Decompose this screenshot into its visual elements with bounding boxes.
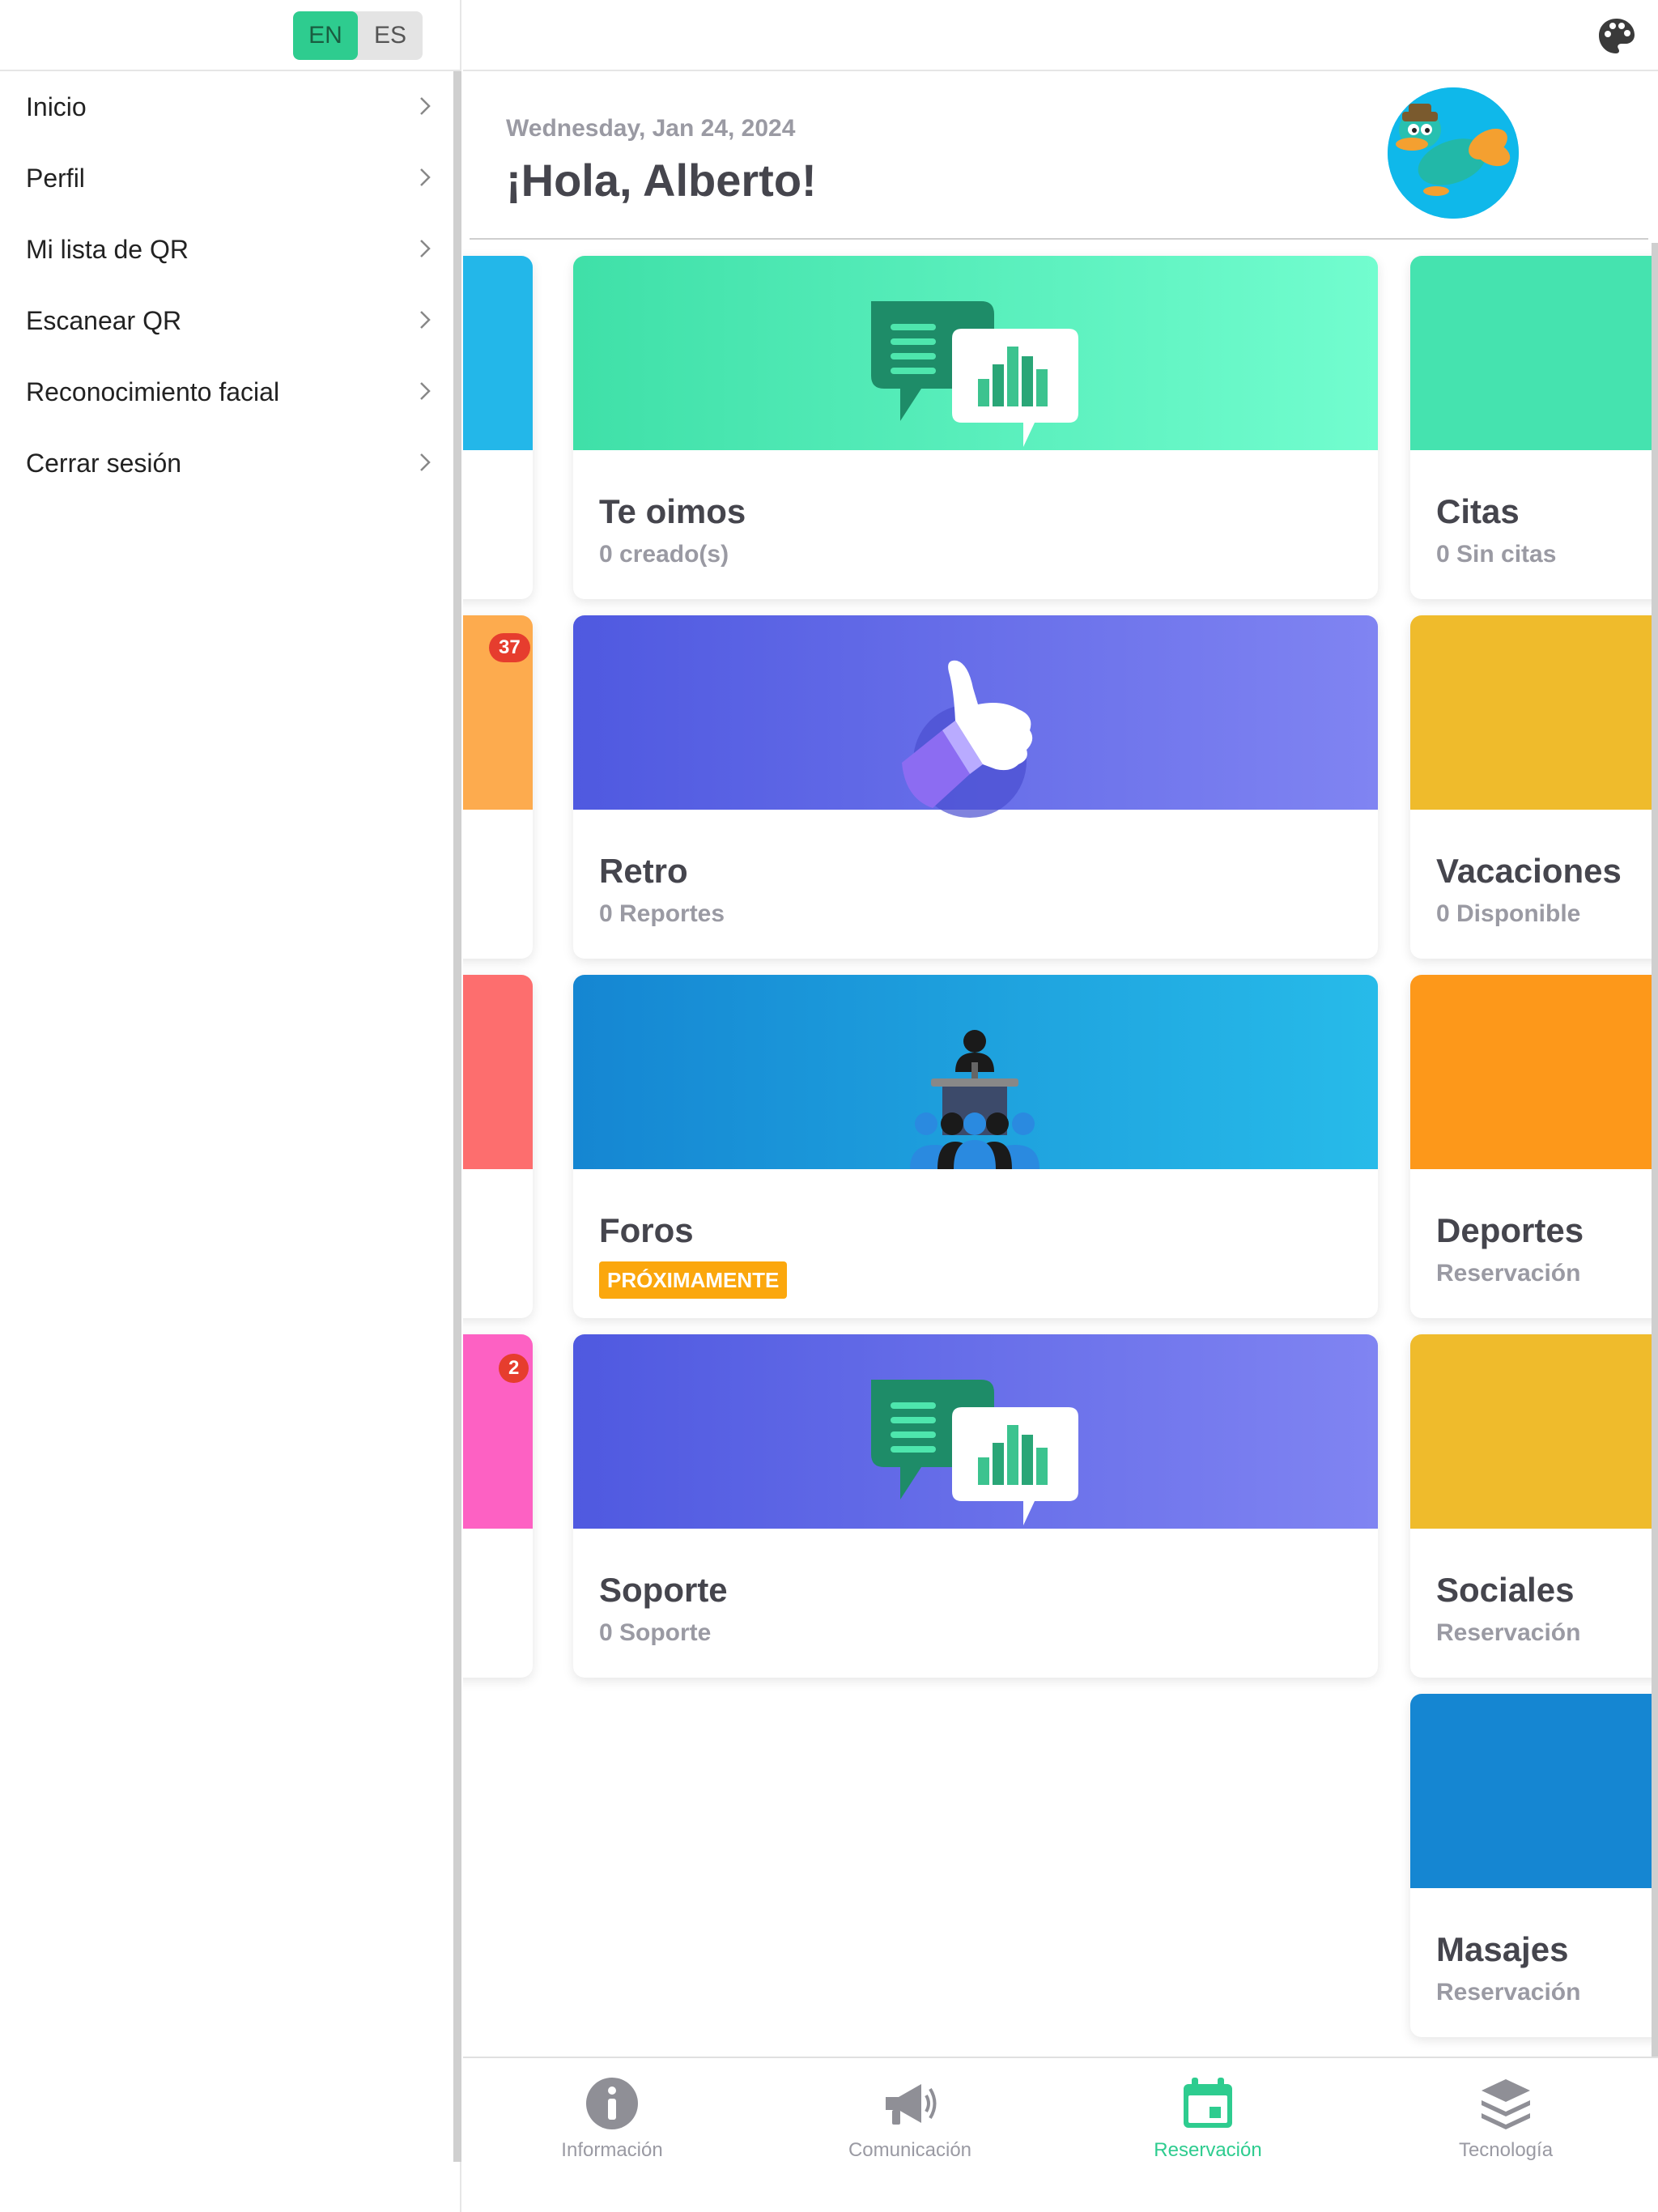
card-banner	[1410, 1694, 1658, 1888]
content-scrollbar[interactable]	[1652, 243, 1658, 2057]
top-bar	[463, 0, 1658, 71]
sidebar-item-logout[interactable]: Cerrar sesión	[0, 428, 453, 499]
sidebar-item-label: Escanear QR	[26, 305, 182, 335]
thumbs-up-icon	[902, 660, 1033, 818]
card-banner	[1410, 615, 1658, 810]
language-toggle: EN ES	[293, 11, 423, 60]
palette-icon[interactable]	[1596, 16, 1637, 57]
info-icon	[586, 2078, 638, 2129]
chevron-right-icon	[420, 168, 431, 186]
card-banner	[573, 975, 1378, 1169]
megaphone-icon	[886, 2084, 937, 2125]
card-title: Masajes	[1436, 1930, 1569, 1968]
nav-tab-reservacion[interactable]: Reservación	[1086, 2074, 1329, 2172]
card-subtitle: 0 Reportes	[599, 900, 725, 927]
sidebar-item-facial-recognition[interactable]: Reconocimiento facial	[0, 356, 453, 428]
module-card-citas[interactable]: Citas 0 Sin citas	[1410, 256, 1658, 599]
card-title: Citas	[1436, 492, 1520, 530]
chevron-right-icon	[420, 240, 431, 257]
layers-icon	[1482, 2079, 1530, 2129]
card-banner	[463, 975, 533, 1169]
sidebar-item-label: Reconocimiento facial	[26, 376, 280, 406]
sidebar-scrollbar[interactable]	[453, 71, 461, 2162]
card-title: Foros	[599, 1211, 694, 1249]
card-banner	[573, 1334, 1378, 1529]
chart-bubble-icon	[952, 1407, 1078, 1525]
card-title: Vacaciones	[1436, 852, 1622, 890]
card-title: Deportes	[1436, 1211, 1584, 1249]
chart-bubble-icon	[952, 329, 1078, 447]
card-title: Soporte	[599, 1571, 728, 1609]
module-card-deportes[interactable]: Deportes Reservación	[1410, 975, 1658, 1318]
sidebar-item-label: Perfil	[26, 163, 85, 193]
card-title: Te oimos	[599, 492, 746, 530]
module-card-sociales[interactable]: Sociales Reservación	[1410, 1334, 1658, 1678]
card-banner	[573, 256, 1378, 450]
card-subtitle: 0 creado(s)	[599, 541, 729, 568]
sidebar-item-scan-qr[interactable]: Escanear QR	[0, 285, 453, 356]
nav-tab-comunicacion[interactable]: Comunicación	[789, 2074, 1031, 2172]
chevron-right-icon	[420, 382, 431, 400]
card-banner	[463, 256, 533, 450]
card-title: Sociales	[1436, 1571, 1575, 1609]
sidebar-header: EN ES	[0, 0, 461, 71]
avatar-image	[1388, 87, 1519, 219]
sidebar-item-qr-list[interactable]: Mi lista de QR	[0, 214, 453, 285]
module-card-vacaciones[interactable]: Vacaciones 0 Disponible	[1410, 615, 1658, 959]
nav-tab-informacion[interactable]: Información	[491, 2074, 733, 2172]
module-card-masajes[interactable]: Masajes Reservación	[1410, 1694, 1658, 2037]
card-banner	[1410, 975, 1658, 1169]
sidebar: EN ES Inicio Perfil Mi lista de QR Escan…	[0, 0, 461, 2212]
card-subtitle: Reservación	[1436, 1979, 1581, 2006]
nav-label: Tecnología	[1458, 2139, 1554, 2161]
card-subtitle: 0 Sin citas	[1436, 541, 1557, 568]
avatar[interactable]	[1388, 87, 1519, 219]
sidebar-item-inicio[interactable]: Inicio	[0, 71, 453, 143]
card-subtitle: Reservación	[1436, 1260, 1581, 1287]
sidebar-item-perfil[interactable]: Perfil	[0, 143, 453, 214]
coming-soon-badge: PRÓXIMAMENTE	[599, 1261, 788, 1299]
card-title: Retro	[599, 852, 688, 890]
lang-en-button[interactable]: EN	[293, 11, 358, 60]
card-banner	[1410, 256, 1658, 450]
notification-count-badge: 37	[489, 633, 530, 662]
modules-grid: 37 2 Te oimos 0 creado(s) Retro 0 Report…	[463, 240, 1658, 2057]
card-subtitle: Reservación	[1436, 1619, 1581, 1646]
podium-audience-icon	[910, 1030, 1039, 1169]
sidebar-item-label: Inicio	[26, 91, 87, 121]
nav-label: Información	[561, 2139, 663, 2161]
card-subtitle: 0 Soporte	[599, 1619, 712, 1646]
sidebar-menu: Inicio Perfil Mi lista de QR Escanear QR…	[0, 71, 453, 499]
notification-count-badge: 2	[499, 1354, 529, 1383]
nav-tab-tecnologia[interactable]: Tecnología	[1384, 2074, 1627, 2172]
module-card-left-2[interactable]: 37	[463, 615, 533, 959]
chevron-right-icon	[420, 311, 431, 329]
card-subtitle: 0 Disponible	[1436, 900, 1581, 927]
module-card-te-oimos[interactable]: Te oimos 0 creado(s)	[573, 256, 1378, 599]
lang-es-button[interactable]: ES	[358, 11, 423, 60]
nav-label: Reservación	[1154, 2139, 1262, 2161]
card-banner	[573, 615, 1378, 818]
chevron-right-icon	[420, 97, 431, 115]
module-card-soporte[interactable]: Soporte 0 Soporte	[573, 1334, 1378, 1678]
module-card-left-3[interactable]	[463, 975, 533, 1318]
bottom-navigation: Información Comunicación Reservación Tec…	[463, 2057, 1658, 2212]
module-card-retro[interactable]: Retro 0 Reportes	[573, 615, 1378, 959]
module-card-foros[interactable]: Foros PRÓXIMAMENTE	[573, 975, 1378, 1318]
sidebar-item-label: Cerrar sesión	[26, 448, 182, 478]
nav-label: Comunicación	[848, 2139, 972, 2161]
card-banner	[1410, 1334, 1658, 1529]
sidebar-item-label: Mi lista de QR	[26, 234, 189, 264]
module-card-left-1[interactable]	[463, 256, 533, 599]
greeting-title: ¡Hola, Alberto!	[506, 155, 817, 206]
calendar-icon	[1184, 2078, 1232, 2128]
current-date: Wednesday, Jan 24, 2024	[506, 115, 796, 142]
module-card-left-4[interactable]: 2	[463, 1334, 533, 1678]
chevron-right-icon	[420, 453, 431, 471]
